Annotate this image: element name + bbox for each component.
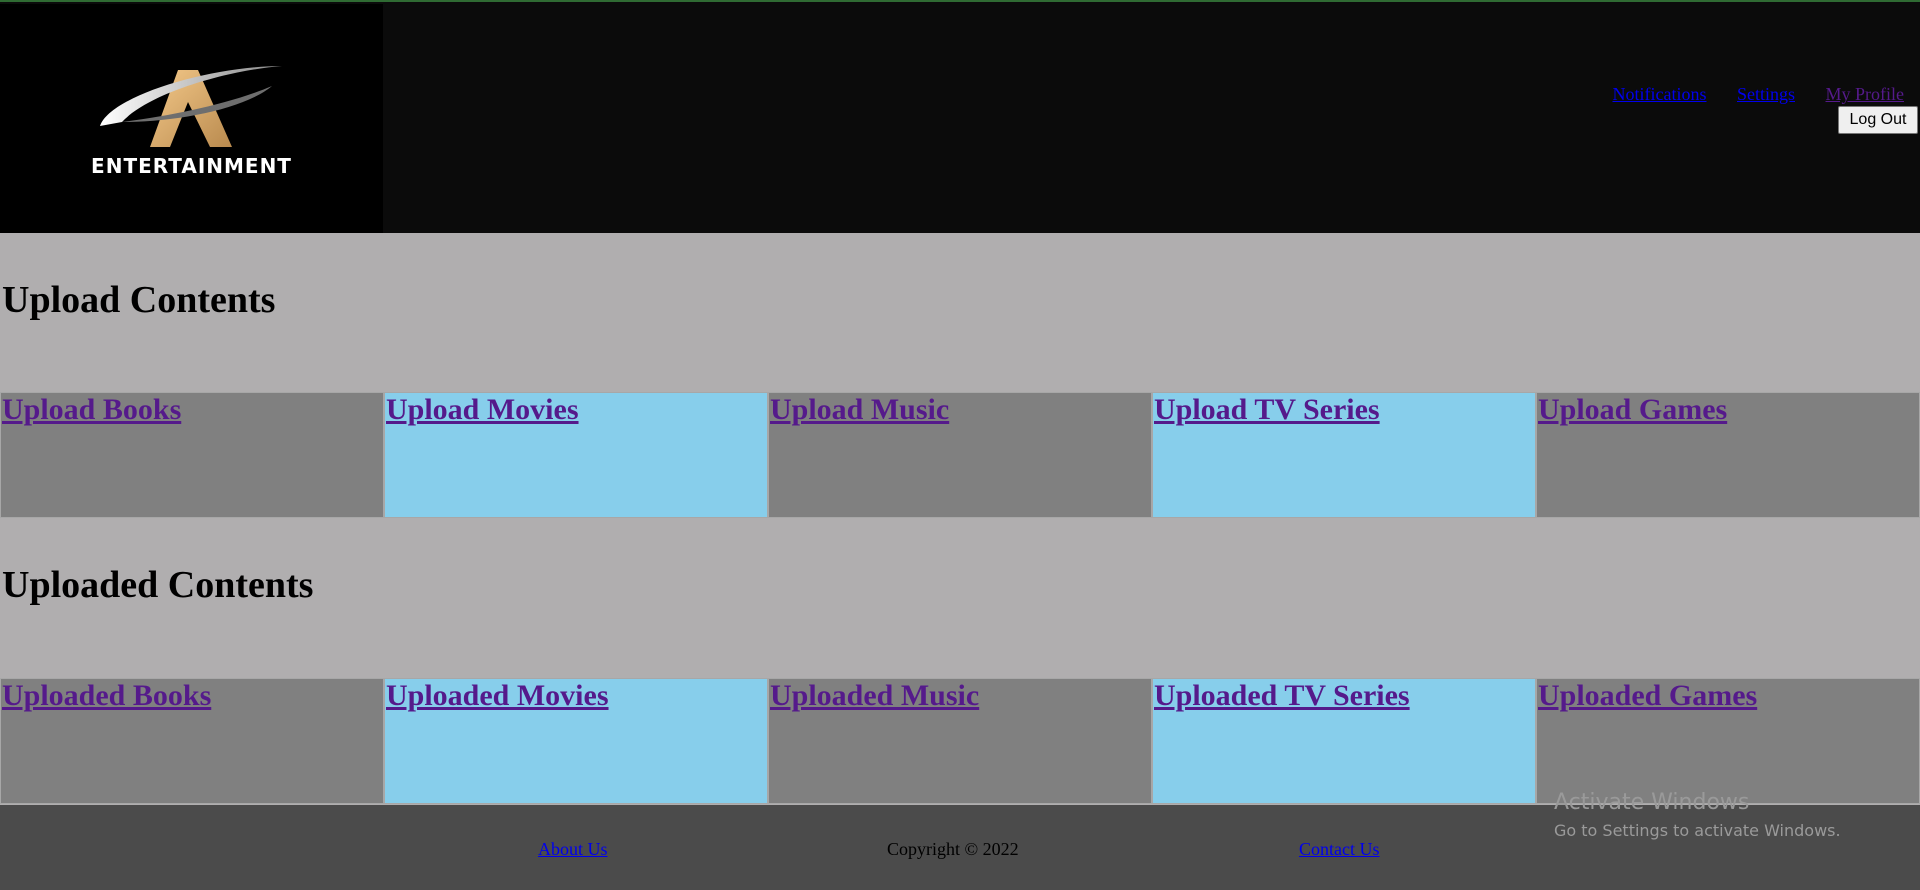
upload-movies-tile[interactable]: Upload Movies <box>384 392 768 518</box>
upload-games-tile[interactable]: Upload Games <box>1536 392 1920 518</box>
log-out-button[interactable]: Log Out <box>1838 106 1918 134</box>
nav-notifications-link[interactable]: Notifications <box>1613 84 1707 104</box>
nav-settings-link[interactable]: Settings <box>1737 84 1795 104</box>
about-us-link[interactable]: About Us <box>538 839 608 860</box>
watermark-subtitle: Go to Settings to activate Windows. <box>1554 821 1841 840</box>
activate-windows-watermark: Activate Windows Go to Settings to activ… <box>1554 790 1841 840</box>
contact-us-link[interactable]: Contact Us <box>1299 839 1380 860</box>
logo-wordmark: ENTERTAINMENT <box>91 154 292 178</box>
upload-music-link[interactable]: Upload Music <box>770 393 949 427</box>
uploaded-section-title: Uploaded Contents <box>2 564 314 606</box>
nav-my-profile-link[interactable]: My Profile <box>1826 84 1905 104</box>
upload-music-tile[interactable]: Upload Music <box>768 392 1152 518</box>
uploaded-tiles-row: Uploaded Books Uploaded Movies Uploaded … <box>0 678 1920 804</box>
uploaded-movies-tile[interactable]: Uploaded Movies <box>384 678 768 804</box>
upload-tiles-row: Upload Books Upload Movies Upload Music … <box>0 392 1920 518</box>
uploaded-movies-link[interactable]: Uploaded Movies <box>386 679 609 713</box>
uploaded-music-tile[interactable]: Uploaded Music <box>768 678 1152 804</box>
uploaded-music-link[interactable]: Uploaded Music <box>770 679 979 713</box>
upload-books-link[interactable]: Upload Books <box>2 393 181 427</box>
uploaded-games-link[interactable]: Uploaded Games <box>1538 679 1757 713</box>
upload-section-title: Upload Contents <box>2 279 276 321</box>
logo-emblem-icon <box>100 66 282 147</box>
uploaded-games-tile[interactable]: Uploaded Games <box>1536 678 1920 804</box>
upload-tv-series-link[interactable]: Upload TV Series <box>1154 393 1380 427</box>
upload-tv-series-tile[interactable]: Upload TV Series <box>1152 392 1536 518</box>
uploaded-books-tile[interactable]: Uploaded Books <box>0 678 384 804</box>
logo[interactable]: ENTERTAINMENT <box>0 4 383 233</box>
upload-movies-link[interactable]: Upload Movies <box>386 393 579 427</box>
uploaded-tv-series-link[interactable]: Uploaded TV Series <box>1154 679 1410 713</box>
header-nav: Notifications Settings My Profile <box>1587 84 1905 105</box>
uploaded-tv-series-tile[interactable]: Uploaded TV Series <box>1152 678 1536 804</box>
upload-books-tile[interactable]: Upload Books <box>0 392 384 518</box>
site-header: ENTERTAINMENT Notifications Settings My … <box>0 2 1920 233</box>
watermark-title: Activate Windows <box>1554 790 1750 815</box>
uploaded-books-link[interactable]: Uploaded Books <box>2 679 211 713</box>
copyright-text: Copyright © 2022 <box>887 839 1019 859</box>
upload-games-link[interactable]: Upload Games <box>1538 393 1727 427</box>
